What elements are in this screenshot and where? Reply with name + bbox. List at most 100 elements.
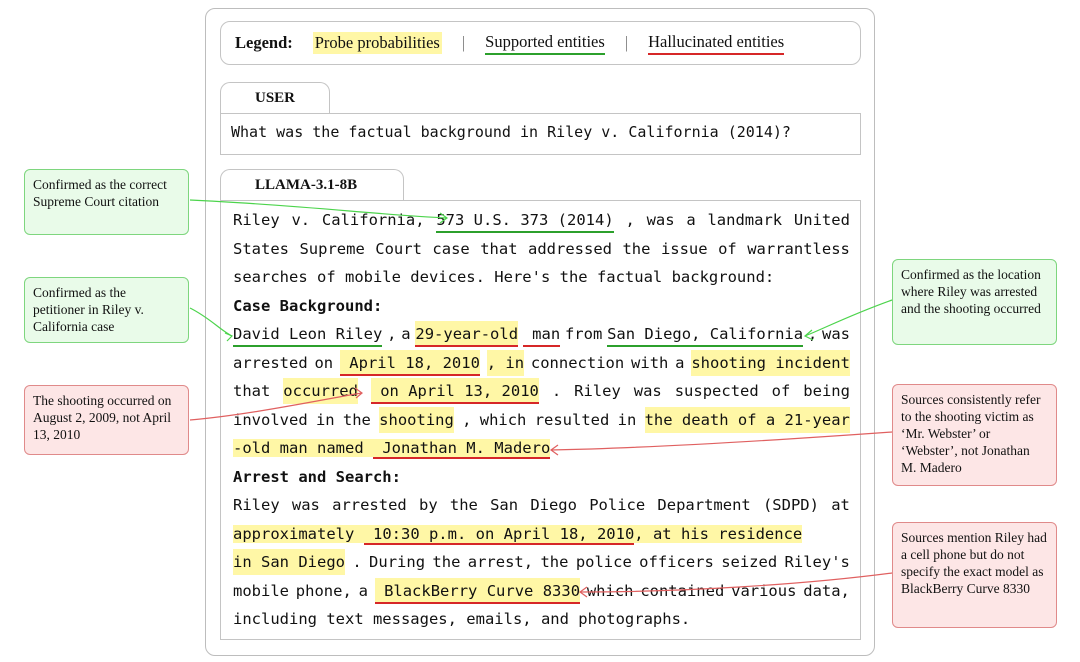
response-text: of xyxy=(771,382,791,400)
response-text: in xyxy=(315,410,335,429)
response-line: approximately 10:30 p.m. on April 18, 20… xyxy=(233,521,850,547)
section-heading: Arrest and Search: xyxy=(233,467,401,486)
response-text: case xyxy=(432,239,470,258)
response-text: (SDPD) xyxy=(762,496,819,514)
response-text: warrantless xyxy=(747,239,850,258)
response-text: a xyxy=(686,211,696,229)
model-response: Riley v. California, 573 U.S. 373 (2014), wa… xyxy=(220,200,861,640)
section-heading: including text messages, emails, and pho… xyxy=(233,610,691,628)
response-text: that xyxy=(480,239,518,258)
response-text: , xyxy=(625,211,635,229)
response-text: Riley xyxy=(233,211,280,229)
section-heading: Case Background: xyxy=(233,296,383,315)
note-shooting-date-wrong: The shooting occurred on August 2, 2009,… xyxy=(24,385,189,455)
response-text: contained xyxy=(640,581,725,600)
response-text: arrest, xyxy=(467,553,534,571)
response-text: which xyxy=(479,410,527,429)
response-text: that xyxy=(233,382,271,400)
response-text: United xyxy=(793,211,850,229)
response-text: suspected xyxy=(674,382,759,400)
response-text: from xyxy=(564,325,603,343)
user-message: What was the factual background in Riley… xyxy=(220,113,861,155)
response-line: searches of mobile devices. Here's the f… xyxy=(233,264,850,290)
response-text: mobile xyxy=(233,581,289,600)
supported-entity: David Leon Riley xyxy=(233,321,383,347)
response-text: of xyxy=(718,239,737,258)
response-text: Riley xyxy=(233,496,280,514)
response-text: Department xyxy=(657,496,751,514)
response-text: issue xyxy=(660,239,708,258)
response-line: arrested on April 18, 2010, in connection w… xyxy=(233,349,850,376)
probe-highlight: the death of a 21-year xyxy=(644,406,850,433)
response-text: connection xyxy=(530,353,625,372)
response-text: Riley xyxy=(574,382,621,400)
legend-separator: | xyxy=(624,33,629,52)
response-line: Case Background: xyxy=(233,293,850,319)
response-line: including text messages, emails, and pho… xyxy=(233,606,850,632)
probe-highlight: shooting incident xyxy=(691,349,850,376)
hallucinated-entity: 10:30 p.m. on April 18, 2010 xyxy=(363,524,635,545)
response-text: officers xyxy=(639,553,714,571)
legend-hallucinated-entities: Hallucinated entities xyxy=(648,32,785,55)
note-location-confirmed: Confirmed as the location where Riley wa… xyxy=(892,259,1057,345)
response-text: Supreme xyxy=(299,239,365,258)
response-line: Arrest and Search: xyxy=(233,464,850,490)
response-text: San xyxy=(490,496,519,514)
legend-title: Legend: xyxy=(235,33,293,52)
response-line: in San Diego. During the arrest, the police of… xyxy=(233,549,850,575)
response-text: , xyxy=(387,325,397,343)
response-text: the xyxy=(449,496,478,514)
response-line: Riley v. California, 573 U.S. 373 (2014), wa… xyxy=(233,207,850,233)
response-text: the xyxy=(342,410,371,429)
legend: Legend: Probe probabilities | Supported … xyxy=(220,21,861,65)
hallucinated-entity: 29-year-old xyxy=(415,321,519,347)
response-text: landmark xyxy=(707,211,783,229)
response-text: a xyxy=(675,353,685,372)
response-text: various xyxy=(731,581,797,600)
response-text: arrested xyxy=(332,496,407,514)
response-text: the xyxy=(432,553,461,571)
response-text: seized xyxy=(721,553,778,571)
response-text: Court xyxy=(375,239,422,258)
response-text: data, xyxy=(803,581,850,600)
response-text: States xyxy=(233,239,289,258)
hallucinated-entity: on April 13, 2010 xyxy=(370,378,539,404)
response-text: involved xyxy=(233,410,308,429)
response-text: . xyxy=(551,382,562,400)
response-text: was xyxy=(291,496,320,514)
response-text: , xyxy=(807,325,818,343)
response-text: at xyxy=(831,496,850,514)
hallucinated-entity: man xyxy=(522,321,561,347)
response-text: Riley's xyxy=(784,553,850,571)
response-text: a xyxy=(401,325,411,343)
probe-highlight: shooting xyxy=(379,406,454,433)
response-text: being xyxy=(803,382,850,400)
note-victim-name-wrong: Sources consistently refer to the shooti… xyxy=(892,384,1057,486)
user-tab: USER xyxy=(220,82,330,114)
response-text: addressed xyxy=(528,239,612,258)
probe-highlight: , at his residence xyxy=(634,524,803,543)
supported-entity: San Diego, California xyxy=(607,321,804,347)
response-text: by xyxy=(418,496,438,514)
response-text: . xyxy=(352,553,362,571)
response-text: California, xyxy=(321,211,425,229)
probe-highlight: approximately xyxy=(233,524,364,543)
section-heading: searches of mobile devices. Here's the f… xyxy=(233,268,775,286)
response-text: the xyxy=(622,239,651,258)
supported-entity: 573 U.S. 373 (2014) xyxy=(436,207,614,233)
response-line: mobile phone, a BlackBerry Curve 8330 which… xyxy=(233,577,850,604)
response-text: Police xyxy=(589,496,646,514)
legend-separator: | xyxy=(461,33,466,52)
hallucinated-entity: BlackBerry Curve 8330 xyxy=(374,577,581,604)
response-text: police xyxy=(575,553,632,571)
response-text: was xyxy=(646,211,675,229)
response-text: v. xyxy=(291,211,311,229)
response-line: involved in the shooting, which resulted in the… xyxy=(233,406,850,433)
legend-probe-probabilities: Probe probabilities xyxy=(312,32,442,54)
probe-highlight: , in xyxy=(486,349,525,376)
note-citation-confirmed: Confirmed as the correct Supreme Court c… xyxy=(24,169,189,235)
response-text: the xyxy=(540,553,569,571)
response-text: Diego xyxy=(530,496,577,514)
note-phone-model-unverified: Sources mention Riley had a cell phone b… xyxy=(892,522,1057,628)
response-text: on xyxy=(314,353,334,372)
